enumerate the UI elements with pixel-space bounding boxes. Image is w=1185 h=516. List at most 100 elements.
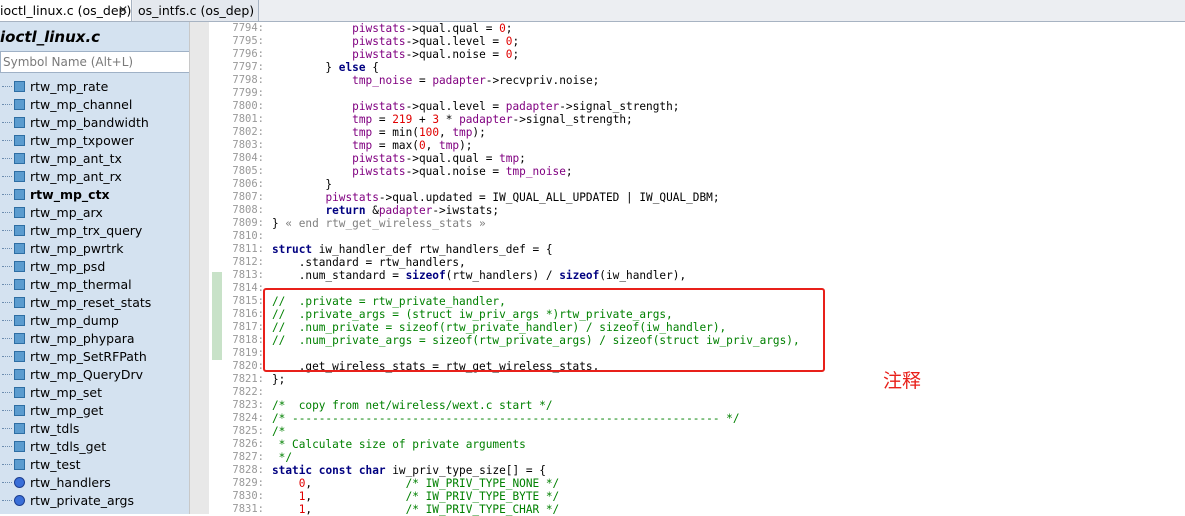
symbol-item-label: rtw_mp_SetRFPath <box>30 349 147 364</box>
function-icon <box>14 423 25 434</box>
function-icon <box>14 297 25 308</box>
tree-line <box>2 86 12 87</box>
line-number: 7796: <box>232 48 264 60</box>
symbol-item[interactable]: rtw_mp_psd <box>0 258 189 276</box>
symbol-item[interactable]: rtw_mp_thermal <box>0 276 189 294</box>
line-number: 7797: <box>232 61 264 73</box>
line-number: 7808: <box>232 204 264 216</box>
code-line: tmp = max(0, tmp); <box>352 139 473 152</box>
code-line: tmp = min(100, tmp); <box>352 126 486 139</box>
code-line: struct iw_handler_def rtw_handlers_def =… <box>272 243 553 256</box>
code-line: piwstats->qual.noise = 0; <box>352 48 520 61</box>
panel-scrollbar[interactable] <box>189 22 210 514</box>
line-number: 7810: <box>232 230 264 242</box>
code-line: } « end rtw_get_wireless_stats » <box>272 217 486 230</box>
line-number: 7802: <box>232 126 264 138</box>
code-line: tmp = 219 + 3 * padapter->signal_strengt… <box>352 113 633 126</box>
line-number: 7800: <box>232 100 264 112</box>
code-line: piwstats->qual.updated = IW_QUAL_ALL_UPD… <box>325 191 720 204</box>
tree-line <box>2 392 12 393</box>
function-icon <box>14 99 25 110</box>
line-number: 7825: <box>232 425 264 437</box>
symbol-item[interactable]: rtw_private_args <box>0 492 189 510</box>
line-number: 7818: <box>232 334 264 346</box>
code-line: 1, /* IW_PRIV_TYPE_BYTE */ <box>298 490 560 503</box>
code-line: 1, /* IW_PRIV_TYPE_CHAR */ <box>298 503 560 516</box>
code-line: piwstats->qual.noise = tmp_noise; <box>352 165 573 178</box>
symbol-item-label: rtw_mp_set <box>30 385 102 400</box>
symbol-item-label: rtw_mp_phypara <box>30 331 135 346</box>
function-icon <box>14 117 25 128</box>
editor-tab-bar: ioctl_linux.c (os_dep) ✕ os_intfs.c (os_… <box>0 0 1185 22</box>
variable-icon <box>14 495 25 506</box>
code-line: } <box>272 178 333 191</box>
symbol-item[interactable]: rtw_tdls_get <box>0 438 189 456</box>
line-number: 7824: <box>232 412 264 424</box>
code-line: 0, /* IW_PRIV_TYPE_NONE */ <box>298 477 560 490</box>
line-number: 7799: <box>232 87 264 99</box>
function-icon <box>14 405 25 416</box>
tree-line <box>2 230 12 231</box>
code-line: } else { <box>272 61 379 74</box>
line-number: 7804: <box>232 152 264 164</box>
symbol-item[interactable]: rtw_test <box>0 456 189 474</box>
tree-line <box>2 500 12 501</box>
symbol-item-label: rtw_mp_pwrtrk <box>30 241 124 256</box>
symbol-item[interactable]: rtw_mp_channel <box>0 96 189 114</box>
code-line: * Calculate size of private arguments <box>272 438 526 451</box>
symbol-item[interactable]: rtw_handlers <box>0 474 189 492</box>
code-line: piwstats->qual.qual = tmp; <box>352 152 526 165</box>
tree-line <box>2 284 12 285</box>
line-numbers: 7794: 7795: 7796: 7797: 7798: 7799: 7800: 7801:… <box>224 22 264 516</box>
tab-ioctl-linux[interactable]: ioctl_linux.c (os_dep) ✕ <box>0 0 132 21</box>
highlight-box <box>263 288 825 372</box>
symbol-item[interactable]: rtw_mp_get <box>0 402 189 420</box>
function-icon <box>14 243 25 254</box>
symbol-item[interactable]: rtw_mp_bandwidth <box>0 114 189 132</box>
line-number: 7817: <box>232 321 264 333</box>
function-icon <box>14 387 25 398</box>
function-icon <box>14 459 25 470</box>
code-line: /* copy from net/wireless/wext.c start *… <box>272 399 553 412</box>
symbol-item[interactable]: rtw_mp_reset_stats <box>0 294 189 312</box>
line-number: 7798: <box>232 74 264 86</box>
close-icon[interactable]: ✕ <box>118 0 128 21</box>
symbol-item[interactable]: rtw_tdls <box>0 420 189 438</box>
symbol-item[interactable]: rtw_mp_rate <box>0 78 189 96</box>
symbol-item[interactable]: rtw_mp_set <box>0 384 189 402</box>
tree-line <box>2 176 12 177</box>
tree-line <box>2 302 12 303</box>
symbol-item[interactable]: rtw_mp_arx <box>0 204 189 222</box>
symbol-item[interactable]: rtw_mp_ctx <box>0 186 189 204</box>
tree-line <box>2 212 12 213</box>
symbol-item-label: rtw_tdls <box>30 421 80 436</box>
symbol-item[interactable]: rtw_mp_dump <box>0 312 189 330</box>
symbol-item[interactable]: rtw_mp_pwrtrk <box>0 240 189 258</box>
symbol-item-label: rtw_test <box>30 457 81 472</box>
symbol-item-label: rtw_mp_arx <box>30 205 103 220</box>
symbol-item-label: rtw_mp_channel <box>30 97 133 112</box>
code-editor[interactable]: piwstats->qual.qual = 0; piwstats->qual.… <box>272 22 1172 516</box>
function-icon <box>14 279 25 290</box>
symbol-item[interactable]: rtw_mp_txpower <box>0 132 189 150</box>
symbol-item-label: rtw_mp_txpower <box>30 133 134 148</box>
tab-os-intfs[interactable]: os_intfs.c (os_dep) <box>133 0 259 21</box>
tab-label: ioctl_linux.c (os_dep) <box>0 3 132 18</box>
function-icon <box>14 225 25 236</box>
line-number: 7826: <box>232 438 264 450</box>
symbol-item-label: rtw_mp_dump <box>30 313 119 328</box>
symbol-item[interactable]: rtw_mp_ant_rx <box>0 168 189 186</box>
symbol-item[interactable]: rtw_mp_trx_query <box>0 222 189 240</box>
symbol-item[interactable]: rtw_mp_ant_tx <box>0 150 189 168</box>
tree-line <box>2 248 12 249</box>
line-number: 7806: <box>232 178 264 190</box>
code-line: /* <box>272 425 286 438</box>
symbol-item[interactable]: rtw_mp_phypara <box>0 330 189 348</box>
line-number: 7815: <box>232 295 264 307</box>
symbol-item[interactable]: rtw_mp_QueryDrv <box>0 366 189 384</box>
symbol-search-input[interactable]: Symbol Name (Alt+L) <box>0 51 189 73</box>
variable-icon <box>14 477 25 488</box>
tree-line <box>2 482 12 483</box>
symbol-item[interactable]: rtw_mp_SetRFPath <box>0 348 189 366</box>
